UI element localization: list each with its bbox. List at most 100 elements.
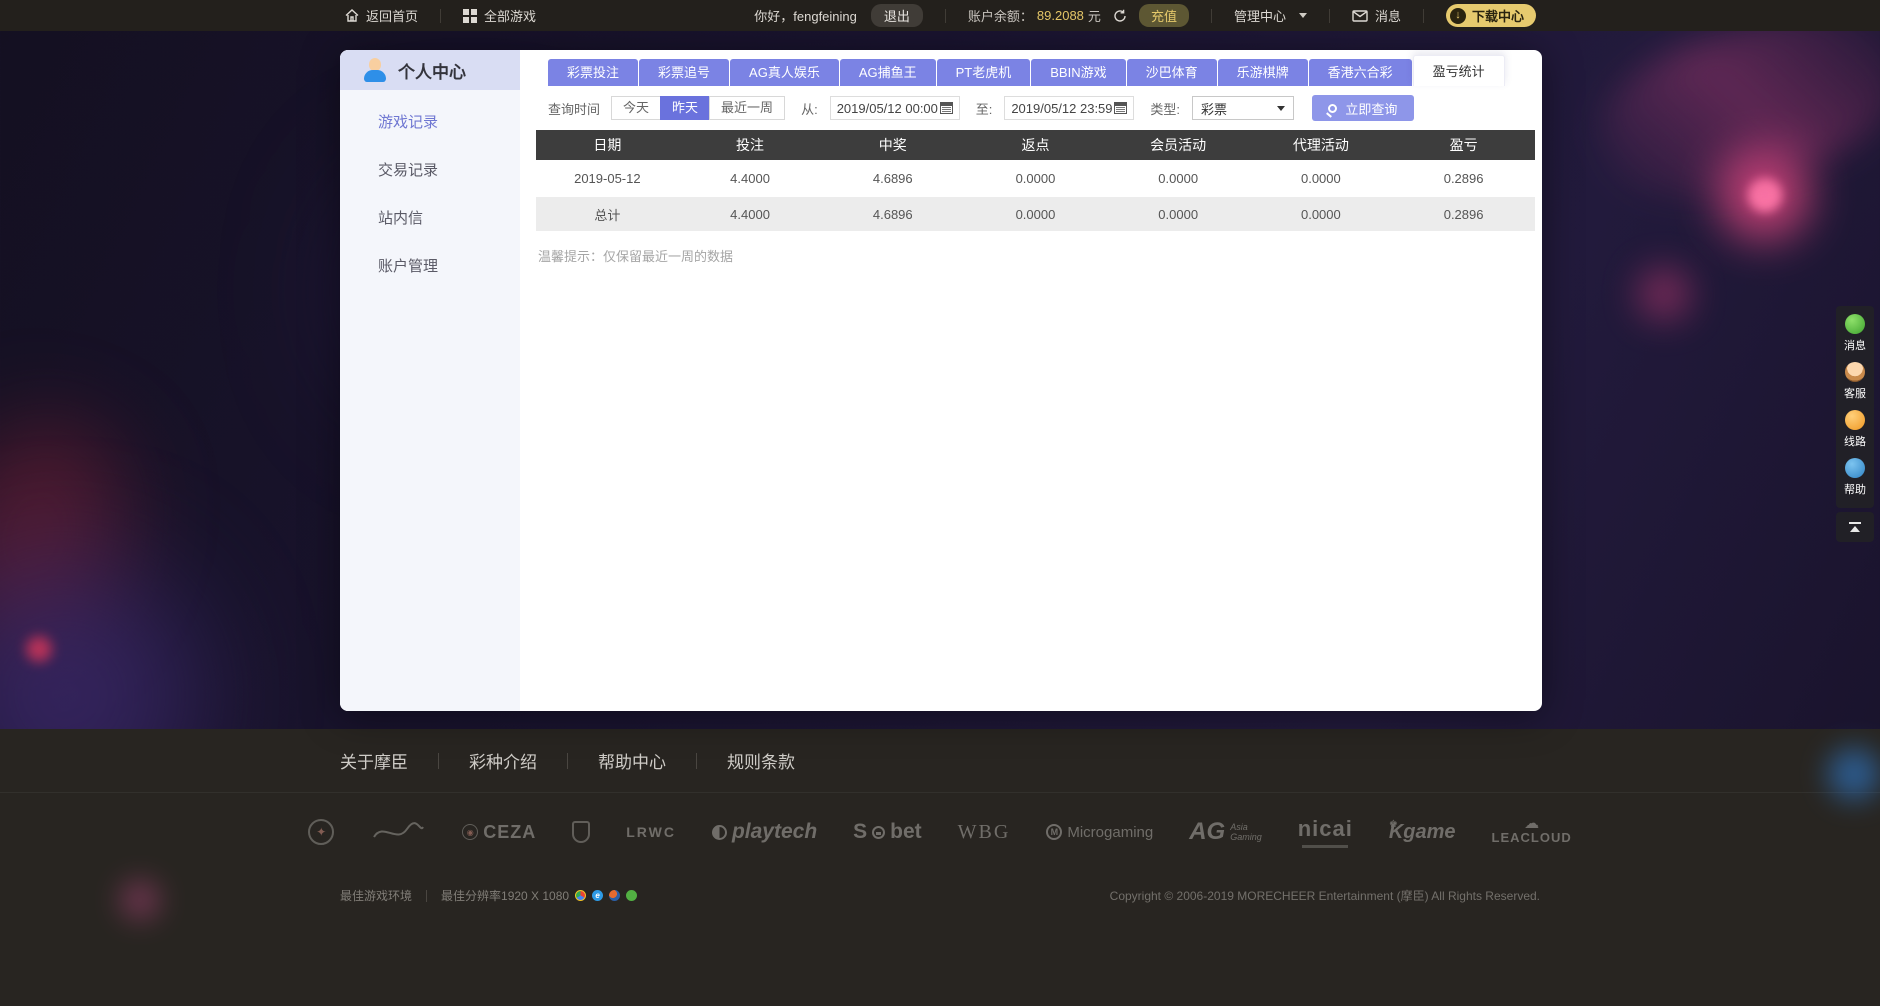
all-games-label: 全部游戏 <box>484 9 537 24</box>
firefox-icon <box>609 890 621 901</box>
sidebar-item-game-records[interactable]: 游戏记录 <box>340 97 520 145</box>
back-to-top-button[interactable] <box>1836 512 1874 542</box>
message-bubble-icon <box>1845 314 1865 334</box>
footer-link-lottery-intro[interactable]: 彩种介绍 <box>469 748 537 773</box>
last-week-button[interactable]: 最近一周 <box>709 96 786 120</box>
refresh-icon[interactable] <box>1113 9 1127 23</box>
table-cell: 0.0000 <box>1300 171 1341 186</box>
table-cell: 0.0000 <box>1015 171 1056 186</box>
sidebar-item-site-mail[interactable]: 站内信 <box>340 193 520 241</box>
table-cell: 2019-05-12 <box>574 171 641 186</box>
footer-link-help-center[interactable]: 帮助中心 <box>598 748 666 773</box>
sidebar-header: 个人中心 <box>340 50 520 90</box>
date-from-input[interactable]: 2019/05/12 00:00 <box>829 96 960 120</box>
envelope-icon <box>1352 9 1368 22</box>
bokeh-pink-bright <box>1748 178 1782 212</box>
home-icon <box>345 9 359 22</box>
float-customer-service-button[interactable]: 客服 <box>1844 362 1866 401</box>
logo-playtech: playtech <box>711 820 817 844</box>
table-cell: 0.2896 <box>1392 197 1535 231</box>
logo-leacloud: ☁ LEACLOUD <box>1491 815 1572 845</box>
tab-hk-mark-six[interactable]: 香港六合彩 <box>1308 59 1412 86</box>
back-home-label: 返回首页 <box>366 9 419 24</box>
tab-leyou-chess[interactable]: 乐游棋牌 <box>1217 59 1308 86</box>
all-games-link[interactable]: 全部游戏 <box>463 6 536 25</box>
footer-link-about[interactable]: 关于摩臣 <box>340 748 408 773</box>
table-cell: 0.0000 <box>1158 171 1199 186</box>
admin-center-label: 管理中心 <box>1233 9 1286 24</box>
logo-microgaming: M Microgaming <box>1046 824 1153 841</box>
sidebar-title: 个人中心 <box>398 62 466 82</box>
main-panel: 个人中心 游戏记录 交易记录 站内信 账户管理 彩票投注 彩票追号 AG真人娱乐… <box>340 50 1542 711</box>
tab-ag-fishing[interactable]: AG捕鱼王 <box>839 59 936 86</box>
tab-bbin-games[interactable]: BBIN游戏 <box>1031 59 1126 86</box>
qq-browser-icon <box>626 890 638 901</box>
retention-note: 温馨提示：仅保留最近一周的数据 <box>538 249 734 264</box>
top-bar: 返回首页 全部游戏 你好，fengfeining 退出 账户余额： 89.208… <box>0 0 1880 31</box>
type-select[interactable]: 彩票 <box>1191 96 1294 120</box>
divider <box>438 752 439 769</box>
col-agent-activity: 代理活动 <box>1249 130 1393 160</box>
content-area: 彩票投注 彩票追号 AG真人娱乐 AG捕鱼王 PT老虎机 BBIN游戏 沙巴体育… <box>520 50 1542 711</box>
calendar-icon[interactable] <box>1114 102 1128 114</box>
admin-center-menu[interactable]: 管理中心 <box>1234 6 1307 25</box>
balance-label: 账户余额： <box>967 9 1033 24</box>
today-button[interactable]: 今天 <box>611 96 662 120</box>
logo-script-brand <box>370 820 426 844</box>
tab-lottery-bets[interactable]: 彩票投注 <box>548 59 639 86</box>
from-label: 从: <box>801 101 818 117</box>
sidebar-item-account-management[interactable]: 账户管理 <box>340 241 520 289</box>
divider <box>944 8 946 23</box>
customer-service-icon <box>1845 362 1865 382</box>
divider <box>1422 8 1424 23</box>
query-time-label: 查询时间 <box>548 101 601 117</box>
ie-icon: e <box>592 890 604 901</box>
search-button[interactable]: 立即查询 <box>1311 95 1414 121</box>
back-to-top-icon <box>1849 522 1861 532</box>
back-home-link[interactable]: 返回首页 <box>345 6 418 25</box>
float-help-button[interactable]: 帮助 <box>1844 458 1866 497</box>
date-from-value: 2019/05/12 00:00 <box>836 100 938 116</box>
float-messages-button[interactable]: 消息 <box>1844 314 1866 353</box>
copyright-text: Copyright © 2006-2019 MORECHEER Entertai… <box>1109 889 1540 903</box>
table-cell: 0.0000 <box>964 197 1107 231</box>
calendar-icon[interactable] <box>939 102 953 114</box>
yesterday-button[interactable]: 昨天 <box>660 96 711 120</box>
col-date: 日期 <box>536 130 679 160</box>
tab-bar: 彩票投注 彩票追号 AG真人娱乐 AG捕鱼王 PT老虎机 BBIN游戏 沙巴体育… <box>532 50 1542 86</box>
grid-icon <box>463 8 478 23</box>
logo-sbobet: Sbet <box>853 820 922 843</box>
recharge-button[interactable]: 充值 <box>1138 4 1189 27</box>
footer: 关于摩臣 彩种介绍 帮助中心 规则条款 ✦ ◉ CEZA LRWC playtec… <box>0 729 1880 1006</box>
table-cell: 0.0000 <box>1106 197 1250 231</box>
table-row: 2019-05-12 4.4000 4.6896 0.0000 0.0000 0… <box>536 160 1535 197</box>
col-bets: 投注 <box>678 130 822 160</box>
logout-button[interactable]: 退出 <box>870 4 923 27</box>
float-lines-button[interactable]: 线路 <box>1844 410 1866 449</box>
tab-saba-sports[interactable]: 沙巴体育 <box>1126 59 1217 86</box>
logo-casino-emblem: ✦ <box>308 819 335 845</box>
tab-ag-live[interactable]: AG真人娱乐 <box>730 59 839 86</box>
tab-pt-slots[interactable]: PT老虎机 <box>936 59 1031 86</box>
tab-lottery-chase[interactable]: 彩票追号 <box>639 59 730 86</box>
sidebar-list: 游戏记录 交易记录 站内信 账户管理 <box>340 90 520 289</box>
to-label: 至: <box>975 101 993 117</box>
messages-link[interactable]: 消息 <box>1352 6 1401 25</box>
sidebar-item-transaction-records[interactable]: 交易记录 <box>340 145 520 193</box>
date-to-input[interactable]: 2019/05/12 23:59 <box>1004 96 1135 120</box>
logo-wbg: WBG <box>957 820 1011 843</box>
tab-profit-loss-stats[interactable]: 盈亏统计 <box>1412 55 1505 86</box>
download-center-label: 下载中心 <box>1471 9 1524 24</box>
search-button-label: 立即查询 <box>1345 101 1398 117</box>
footer-bottom: 最佳游戏环境 最佳分辨率1920 X 1080 e Copyright © 20… <box>0 871 1880 904</box>
logo-asia-gaming: AG Asia Gaming <box>1189 818 1262 845</box>
divider <box>426 889 428 902</box>
divider <box>1328 8 1330 23</box>
logo-nicai: nicai <box>1298 816 1353 848</box>
col-profit-loss: 盈亏 <box>1392 130 1535 160</box>
download-center-button[interactable]: ↓ 下载中心 <box>1445 4 1536 27</box>
footer-link-rules-terms[interactable]: 规则条款 <box>727 748 795 773</box>
col-member-activity: 会员活动 <box>1106 130 1250 160</box>
table-cell: 0.2896 <box>1443 171 1484 186</box>
chevron-down-icon <box>1276 105 1285 111</box>
